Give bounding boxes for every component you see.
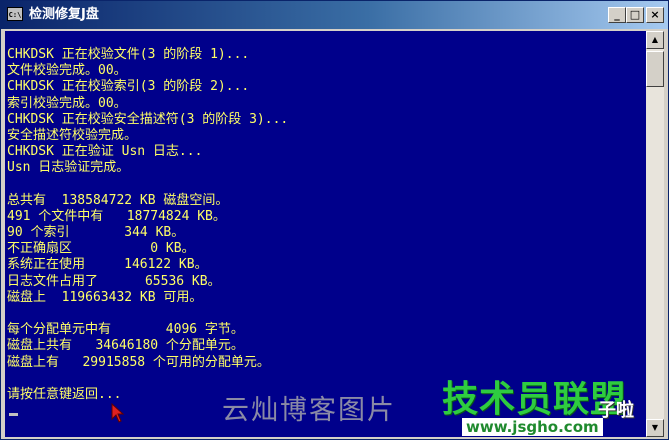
- console-line: 491 个文件中有 18774824 KB。: [7, 208, 226, 224]
- console-line: 磁盘上共有 34646180 个分配单元。: [7, 338, 244, 354]
- console-line: CHKDSK 正在验证 Usn 日志...: [7, 144, 203, 160]
- scroll-thumb[interactable]: [646, 51, 664, 87]
- console-text: CHKDSK 正在校验文件(3 的阶段 1)... 文件校验完成。00。 CHKDS…: [7, 47, 288, 403]
- close-button[interactable]: ×: [646, 7, 664, 23]
- blog-watermark: 云灿博客图片: [222, 395, 396, 426]
- console-line: 每个分配单元中有 4096 字节。: [7, 322, 244, 338]
- console-app-icon[interactable]: C:\: [7, 7, 23, 21]
- console-line: 日志文件占用了 65536 KB。: [7, 273, 221, 289]
- window-title: 检测修复J盘: [29, 7, 99, 22]
- console-line: CHKDSK 正在校验文件(3 的阶段 1)...: [7, 47, 250, 62]
- scroll-up-button[interactable]: ▲: [646, 31, 664, 49]
- console-line: CHKDSK 正在校验安全描述符(3 的阶段 3)...: [7, 111, 289, 127]
- up-arrow-icon: ▲: [651, 35, 659, 44]
- console-line: 磁盘上有 29915858 个可用的分配单元。: [7, 354, 270, 370]
- minimize-icon: _: [614, 8, 620, 21]
- text-cursor: [9, 413, 18, 416]
- title-bar[interactable]: C:\ 检测修复J盘 _ □ ×: [1, 1, 668, 29]
- console-line: 索引校验完成。00。: [7, 95, 127, 111]
- site-url-watermark: www.jsgho.com: [462, 418, 603, 436]
- console-line: 90 个索引 344 KB。: [7, 225, 185, 241]
- down-arrow-icon: ▼: [651, 423, 659, 432]
- scroll-down-button[interactable]: ▼: [646, 419, 664, 437]
- console-line: CHKDSK 正在校验索引(3 的阶段 2)...: [7, 79, 250, 95]
- console-line: 安全描述符校验完成。: [7, 127, 138, 143]
- close-icon: ×: [650, 8, 660, 21]
- maximize-button[interactable]: □: [626, 7, 644, 23]
- console-line: 系统正在使用 146122 KB。: [7, 257, 208, 273]
- corner-watermark: 子啦: [598, 400, 634, 421]
- console-line: 文件校验完成。00。: [7, 63, 127, 79]
- mouse-pointer-icon: [111, 403, 125, 423]
- minimize-button[interactable]: _: [608, 7, 626, 23]
- console-line: Usn 日志验证完成。: [7, 160, 130, 176]
- console-line: 总共有 138584722 KB 磁盘空间。: [7, 192, 229, 208]
- console-line: 不正确扇区 0 KB。: [7, 241, 195, 257]
- console-line: 磁盘上 119663432 KB 可用。: [7, 289, 203, 305]
- maximize-icon: □: [629, 8, 641, 21]
- vertical-scrollbar[interactable]: ▲ ▼: [646, 31, 664, 437]
